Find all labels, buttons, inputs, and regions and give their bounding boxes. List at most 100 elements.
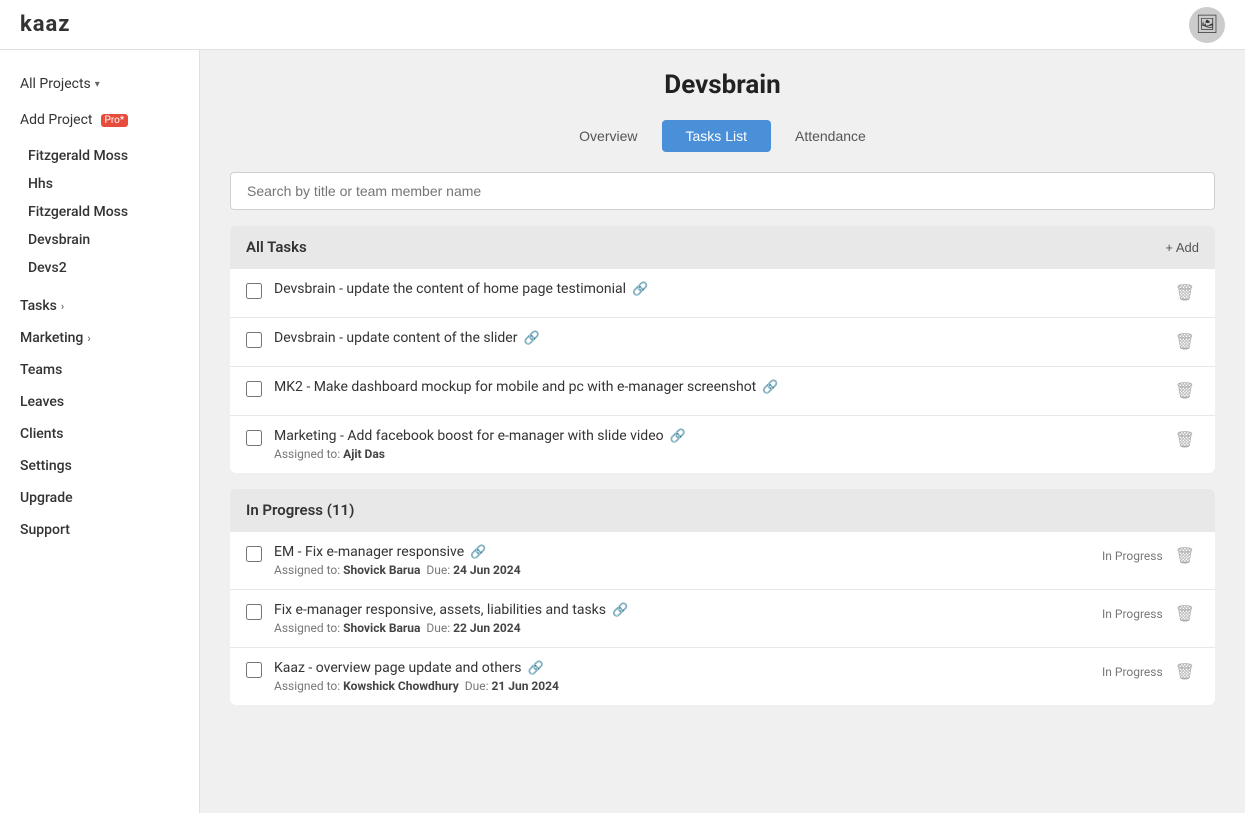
table-row: Kaaz - overview page update and others 🔗…	[230, 647, 1215, 705]
task-status: In Progress	[1102, 665, 1163, 679]
sidebar-item-support[interactable]: Support	[0, 514, 199, 546]
task-actions: In Progress 🗑	[1102, 660, 1199, 684]
table-row: MK2 - Make dashboard mockup for mobile a…	[230, 366, 1215, 415]
table-row: Devsbrain - update content of the slider…	[230, 317, 1215, 366]
avatar[interactable]: 🖼	[1189, 7, 1225, 43]
tab-tasks-list[interactable]: Tasks List	[662, 120, 771, 152]
table-row: Marketing - Add facebook boost for e-man…	[230, 415, 1215, 473]
link-icon: 🔗	[762, 380, 778, 395]
table-row: Fix e-manager responsive, assets, liabil…	[230, 589, 1215, 647]
task-content: Devsbrain - update the content of home p…	[274, 281, 1159, 297]
task-actions: In Progress 🗑	[1102, 602, 1199, 626]
task-actions: 🗑	[1171, 379, 1199, 403]
sidebar-item-tasks[interactable]: Tasks ›	[0, 290, 199, 322]
pro-badge: Pro*	[101, 114, 129, 127]
all-projects-dropdown[interactable]: All Projects ▾	[0, 70, 199, 98]
tab-bar: Overview Tasks List Attendance	[230, 120, 1215, 152]
add-project[interactable]: Add Project Pro*	[0, 106, 199, 134]
task-title: MK2 - Make dashboard mockup for mobile a…	[274, 379, 1159, 395]
task-content: Devsbrain - update content of the slider…	[274, 330, 1159, 346]
task-checkbox[interactable]	[246, 546, 262, 562]
support-label: Support	[20, 522, 70, 538]
delete-button[interactable]: 🗑	[1171, 428, 1199, 452]
sidebar-item-clients[interactable]: Clients	[0, 418, 199, 450]
in-progress-title: In Progress (11)	[246, 501, 354, 519]
sidebar-item-upgrade[interactable]: Upgrade	[0, 482, 199, 514]
search-input[interactable]	[230, 172, 1215, 210]
tab-overview[interactable]: Overview	[555, 120, 661, 152]
all-tasks-header: All Tasks + Add	[230, 226, 1215, 268]
task-title: EM - Fix e-manager responsive 🔗	[274, 544, 1090, 560]
page-title: Devsbrain	[230, 70, 1215, 100]
header: kaaz 🖼	[0, 0, 1245, 50]
task-status: In Progress	[1102, 607, 1163, 621]
task-checkbox[interactable]	[246, 662, 262, 678]
task-actions: 🗑	[1171, 330, 1199, 354]
task-actions: 🗑	[1171, 428, 1199, 452]
link-icon: 🔗	[612, 603, 628, 618]
sidebar-item-settings[interactable]: Settings	[0, 450, 199, 482]
in-progress-header: In Progress (11)	[230, 489, 1215, 531]
delete-button[interactable]: 🗑	[1171, 602, 1199, 626]
settings-label: Settings	[20, 458, 72, 474]
tasks-label: Tasks	[20, 298, 57, 314]
sidebar-item-teams[interactable]: Teams	[0, 354, 199, 386]
link-icon: 🔗	[527, 661, 543, 676]
sidebar-item-leaves[interactable]: Leaves	[0, 386, 199, 418]
arrow-icon: ›	[87, 332, 90, 345]
task-checkbox[interactable]	[246, 430, 262, 446]
sidebar-project-fitzgerald-moss-2[interactable]: Fitzgerald Moss	[0, 198, 199, 226]
task-actions: 🗑	[1171, 281, 1199, 305]
link-icon: 🔗	[670, 429, 686, 444]
task-checkbox[interactable]	[246, 604, 262, 620]
task-title: Devsbrain - update content of the slider…	[274, 330, 1159, 346]
task-checkbox[interactable]	[246, 332, 262, 348]
sidebar-project-fitzgerald-moss-1[interactable]: Fitzgerald Moss	[0, 142, 199, 170]
sidebar-project-devsbrain[interactable]: Devsbrain	[0, 226, 199, 254]
task-meta: Assigned to: Ajit Das	[274, 447, 1159, 461]
task-title: Marketing - Add facebook boost for e-man…	[274, 428, 1159, 444]
task-meta: Assigned to: Shovick Barua Due: 22 Jun 2…	[274, 621, 1090, 635]
task-title: Devsbrain - update the content of home p…	[274, 281, 1159, 297]
task-content: Kaaz - overview page update and others 🔗…	[274, 660, 1090, 693]
task-checkbox[interactable]	[246, 283, 262, 299]
task-content: Marketing - Add facebook boost for e-man…	[274, 428, 1159, 461]
delete-button[interactable]: 🗑	[1171, 379, 1199, 403]
link-icon: 🔗	[523, 331, 539, 346]
all-tasks-section: All Tasks + Add Devsbrain - update the c…	[230, 226, 1215, 473]
leaves-label: Leaves	[20, 394, 64, 410]
table-row: EM - Fix e-manager responsive 🔗 Assigned…	[230, 531, 1215, 589]
in-progress-section: In Progress (11) EM - Fix e-manager resp…	[230, 489, 1215, 705]
logo: kaaz	[20, 12, 71, 37]
task-content: EM - Fix e-manager responsive 🔗 Assigned…	[274, 544, 1090, 577]
delete-button[interactable]: 🗑	[1171, 330, 1199, 354]
clients-label: Clients	[20, 426, 63, 442]
task-content: Fix e-manager responsive, assets, liabil…	[274, 602, 1090, 635]
task-title: Fix e-manager responsive, assets, liabil…	[274, 602, 1090, 618]
sidebar-item-marketing[interactable]: Marketing ›	[0, 322, 199, 354]
delete-button[interactable]: 🗑	[1171, 281, 1199, 305]
delete-button[interactable]: 🗑	[1171, 544, 1199, 568]
task-meta: Assigned to: Shovick Barua Due: 24 Jun 2…	[274, 563, 1090, 577]
task-checkbox[interactable]	[246, 381, 262, 397]
delete-button[interactable]: 🗑	[1171, 660, 1199, 684]
task-title: Kaaz - overview page update and others 🔗	[274, 660, 1090, 676]
add-project-label: Add Project	[20, 112, 93, 128]
all-tasks-title: All Tasks	[246, 238, 307, 256]
sidebar: All Projects ▾ Add Project Pro* Fitzgera…	[0, 50, 200, 813]
task-actions: In Progress 🗑	[1102, 544, 1199, 568]
task-status: In Progress	[1102, 549, 1163, 563]
teams-label: Teams	[20, 362, 62, 378]
add-task-button[interactable]: + Add	[1165, 240, 1199, 255]
marketing-label: Marketing	[20, 330, 83, 346]
link-icon: 🔗	[470, 545, 486, 560]
table-row: Devsbrain - update the content of home p…	[230, 268, 1215, 317]
task-content: MK2 - Make dashboard mockup for mobile a…	[274, 379, 1159, 395]
arrow-icon: ›	[61, 300, 64, 313]
tab-attendance[interactable]: Attendance	[771, 120, 890, 152]
upgrade-label: Upgrade	[20, 490, 73, 506]
sidebar-project-devs2[interactable]: Devs2	[0, 254, 199, 282]
chevron-down-icon: ▾	[95, 79, 100, 90]
all-projects-label: All Projects	[20, 76, 91, 92]
sidebar-project-hhs[interactable]: Hhs	[0, 170, 199, 198]
